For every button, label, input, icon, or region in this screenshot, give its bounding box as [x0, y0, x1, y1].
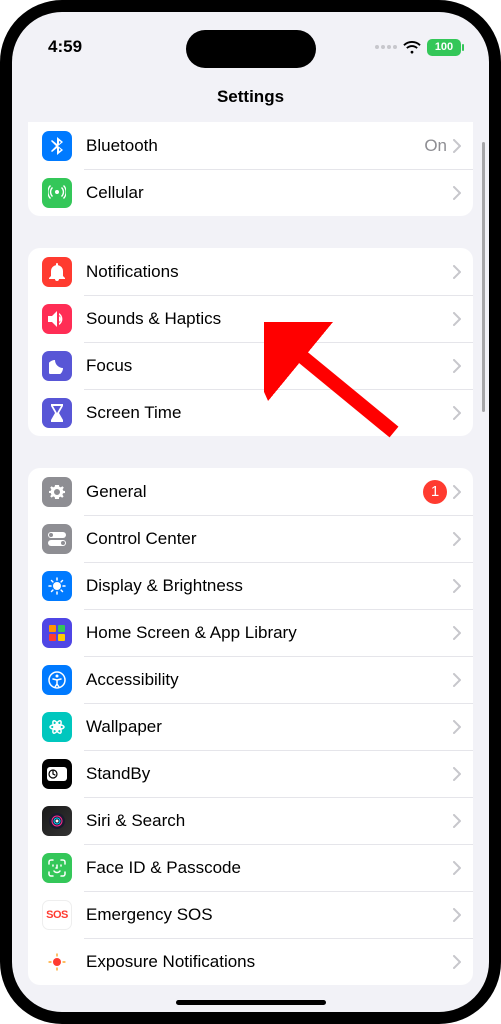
status-right: 100 — [375, 39, 461, 56]
row-wallpaper[interactable]: Wallpaper — [28, 703, 473, 750]
screen: 4:59 100 Settings — [12, 12, 489, 1012]
battery-pct: 100 — [435, 41, 453, 53]
row-label: Notifications — [86, 262, 453, 282]
gear-icon — [42, 477, 72, 507]
chevron-right-icon — [453, 186, 461, 200]
chevron-right-icon — [453, 532, 461, 546]
row-bluetooth[interactable]: Bluetooth On — [28, 122, 473, 169]
antenna-icon — [42, 178, 72, 208]
row-exposure[interactable]: Exposure Notifications — [28, 938, 473, 985]
home-indicator[interactable] — [176, 1000, 326, 1005]
chevron-right-icon — [453, 861, 461, 875]
chevron-right-icon — [453, 139, 461, 153]
row-label: Screen Time — [86, 403, 453, 423]
sos-icon: SOS — [42, 900, 72, 930]
chevron-right-icon — [453, 579, 461, 593]
chevron-right-icon — [453, 485, 461, 499]
row-faceid[interactable]: Face ID & Passcode — [28, 844, 473, 891]
row-label: Bluetooth — [86, 136, 424, 156]
grid-icon — [42, 618, 72, 648]
row-label: Control Center — [86, 529, 453, 549]
group-alerts: Notifications Sounds & Haptics Focus — [28, 248, 473, 436]
chevron-right-icon — [453, 312, 461, 326]
row-label: Siri & Search — [86, 811, 453, 831]
row-notifications[interactable]: Notifications — [28, 248, 473, 295]
row-screentime[interactable]: Screen Time — [28, 389, 473, 436]
row-label: Accessibility — [86, 670, 453, 690]
moon-icon — [42, 351, 72, 381]
group-system: General 1 Control Center Display & Brigh… — [28, 468, 473, 985]
row-standby[interactable]: StandBy — [28, 750, 473, 797]
chevron-right-icon — [453, 406, 461, 420]
row-label: Display & Brightness — [86, 576, 453, 596]
person-icon — [42, 665, 72, 695]
switches-icon — [42, 524, 72, 554]
row-label: Face ID & Passcode — [86, 858, 453, 878]
flower-icon — [42, 712, 72, 742]
chevron-right-icon — [453, 955, 461, 969]
chevron-right-icon — [453, 265, 461, 279]
row-display[interactable]: Display & Brightness — [28, 562, 473, 609]
notification-badge: 1 — [423, 480, 447, 504]
siri-icon — [42, 806, 72, 836]
chevron-right-icon — [453, 767, 461, 781]
row-label: Sounds & Haptics — [86, 309, 453, 329]
row-general[interactable]: General 1 — [28, 468, 473, 515]
exposure-icon — [42, 947, 72, 977]
battery-icon: 100 — [427, 39, 461, 56]
row-cellular[interactable]: Cellular — [28, 169, 473, 216]
row-focus[interactable]: Focus — [28, 342, 473, 389]
dynamic-island — [186, 30, 316, 68]
faceid-icon — [42, 853, 72, 883]
phone-frame: 4:59 100 Settings — [0, 0, 501, 1024]
sun-icon — [42, 571, 72, 601]
row-label: General — [86, 482, 423, 502]
chevron-right-icon — [453, 673, 461, 687]
chevron-right-icon — [453, 626, 461, 640]
row-label: StandBy — [86, 764, 453, 784]
row-controlcenter[interactable]: Control Center — [28, 515, 473, 562]
row-detail: On — [424, 136, 447, 156]
status-time: 4:59 — [48, 37, 82, 57]
row-sos[interactable]: SOS Emergency SOS — [28, 891, 473, 938]
chevron-right-icon — [453, 359, 461, 373]
speaker-icon — [42, 304, 72, 334]
row-homescreen[interactable]: Home Screen & App Library — [28, 609, 473, 656]
scroll-indicator[interactable] — [482, 142, 485, 412]
clock-icon — [42, 759, 72, 789]
settings-list[interactable]: Bluetooth On Cellular — [12, 122, 489, 1012]
chevron-right-icon — [453, 814, 461, 828]
header: Settings — [12, 72, 489, 122]
row-siri[interactable]: Siri & Search — [28, 797, 473, 844]
row-accessibility[interactable]: Accessibility — [28, 656, 473, 703]
row-label: Focus — [86, 356, 453, 376]
row-label: Cellular — [86, 183, 453, 203]
wifi-icon — [403, 41, 421, 54]
chevron-right-icon — [453, 908, 461, 922]
row-label: Exposure Notifications — [86, 952, 453, 972]
row-sounds[interactable]: Sounds & Haptics — [28, 295, 473, 342]
cell-signal-icon — [375, 45, 397, 49]
row-label: Emergency SOS — [86, 905, 453, 925]
bluetooth-icon — [42, 131, 72, 161]
row-label: Wallpaper — [86, 717, 453, 737]
page-title: Settings — [217, 87, 284, 107]
chevron-right-icon — [453, 720, 461, 734]
hourglass-icon — [42, 398, 72, 428]
bell-icon — [42, 257, 72, 287]
row-label: Home Screen & App Library — [86, 623, 453, 643]
group-connectivity: Bluetooth On Cellular — [28, 122, 473, 216]
